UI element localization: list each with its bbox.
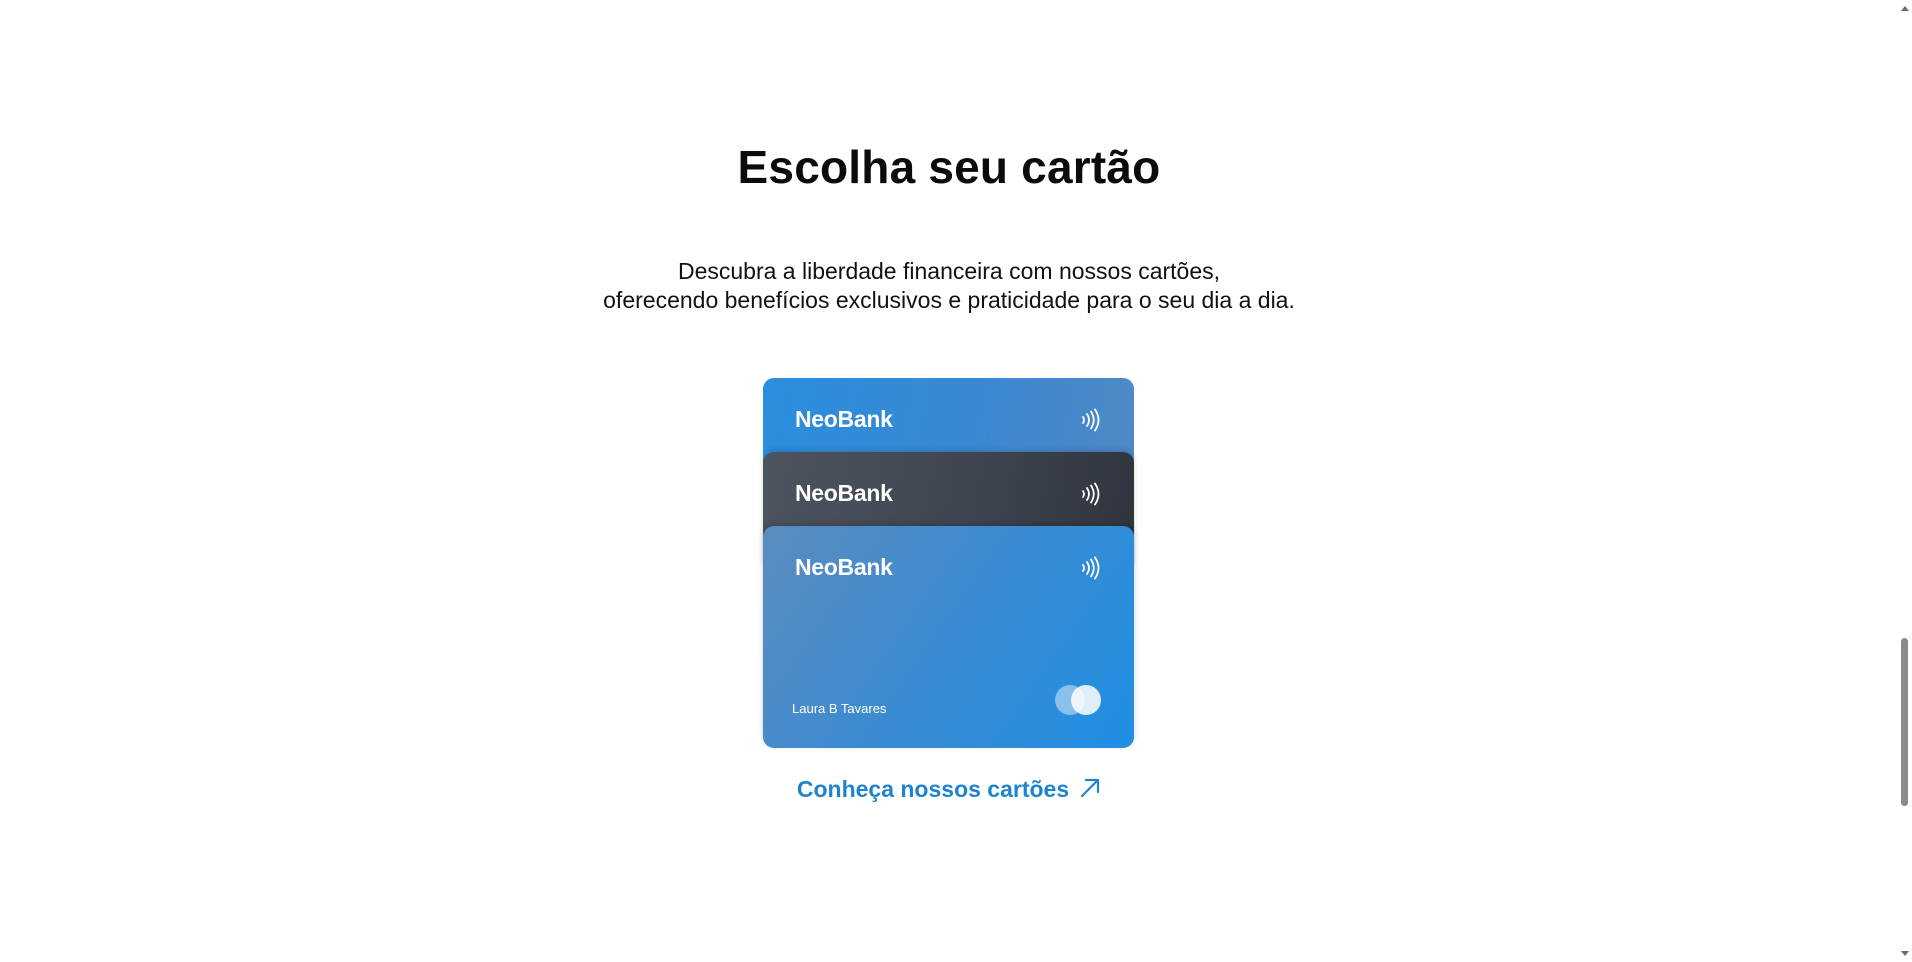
scrollbar-thumb[interactable] — [1901, 638, 1908, 806]
card-stack: NeoBank NeoBank NeoBank Laura B Tavares — [763, 378, 1134, 748]
vertical-scrollbar[interactable] — [1898, 0, 1912, 962]
arrow-up-right-icon — [1081, 778, 1100, 798]
card-network-logo-icon — [1055, 685, 1101, 715]
card-brand: NeoBank — [795, 406, 893, 432]
contactless-icon — [1082, 482, 1100, 506]
description-line-1: Descubra a liberdade financeira com noss… — [677, 258, 1221, 284]
scroll-down-arrow-icon[interactable] — [1901, 951, 1909, 956]
cardholder-name: Laura B Tavares — [792, 701, 887, 716]
contactless-icon — [1082, 556, 1100, 580]
section-description: Descubra a liberdade financeira com noss… — [0, 257, 1898, 315]
contactless-icon — [1082, 408, 1100, 432]
card-brand: NeoBank — [795, 554, 893, 580]
scroll-up-arrow-icon[interactable] — [1901, 6, 1909, 11]
cards-section: Escolha seu cartão Descubra a liberdade … — [0, 0, 1898, 962]
section-title: Escolha seu cartão — [737, 141, 1161, 193]
page: Escolha seu cartão Descubra a liberdade … — [0, 0, 1912, 962]
card-brand: NeoBank — [795, 480, 893, 506]
network-circle-right — [1071, 685, 1101, 715]
description-line-2: oferecendo benefícios exclusivos e prati… — [603, 287, 1295, 313]
card-featured[interactable]: NeoBank Laura B Tavares — [763, 526, 1134, 748]
view-cards-label: Conheça nossos cartões — [796, 776, 1070, 802]
view-cards-link[interactable]: Conheça nossos cartões — [0, 776, 1898, 803]
